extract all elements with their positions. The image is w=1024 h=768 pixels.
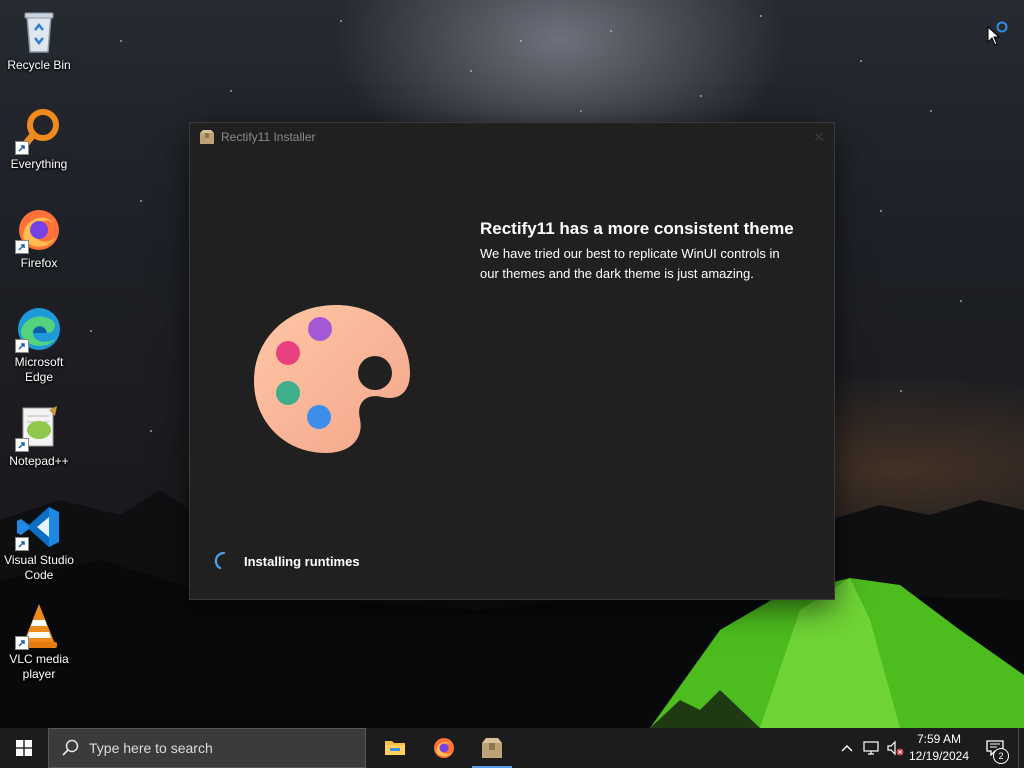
loading-spinner-icon <box>214 551 226 570</box>
desktop-icon-firefox[interactable]: Firefox <box>2 206 76 271</box>
title-bar[interactable]: Rectify11 Installer ✕ <box>190 123 834 151</box>
clock-time: 7:59 AM <box>916 732 962 746</box>
shortcut-arrow-icon <box>15 240 29 254</box>
desktop: Recycle Bin Everything Firefox Microsoft… <box>0 0 1024 728</box>
desktop-icon-label: Firefox <box>20 256 58 270</box>
desktop-icon-vscode[interactable]: Visual Studio Code <box>2 503 76 583</box>
window-title: Rectify11 Installer <box>221 130 316 144</box>
close-button[interactable]: ✕ <box>810 128 828 146</box>
taskbar: Type here to search 7:59 AM 12/19/2024 2 <box>0 728 1024 768</box>
palette-icon <box>254 305 410 453</box>
notepadpp-icon <box>15 404 63 452</box>
file-explorer-icon <box>385 741 405 755</box>
desktop-icon-label: Everything <box>10 157 68 171</box>
windows-logo-icon <box>16 740 32 756</box>
taskbar-app-installer[interactable] <box>468 728 516 768</box>
network-icon <box>863 741 879 755</box>
network-tray-button[interactable] <box>860 728 882 768</box>
taskbar-app-firefox[interactable] <box>420 728 468 768</box>
desktop-icon-label: Microsoft Edge <box>14 355 64 384</box>
shortcut-arrow-icon <box>15 141 29 155</box>
installer-icon <box>200 130 214 144</box>
clock-date: 12/19/2024 <box>908 749 970 763</box>
desktop-icon-label: Visual Studio Code <box>4 553 74 582</box>
system-clock[interactable]: 7:59 AM 12/19/2024 <box>906 731 972 765</box>
desktop-icon-label: Notepad++ <box>9 454 69 468</box>
page-title: Rectify11 has a more consistent theme <box>480 219 794 238</box>
notification-count-badge: 2 <box>993 748 1009 764</box>
volume-tray-button[interactable] <box>884 728 906 768</box>
volume-muted-icon <box>887 740 904 756</box>
everything-search-icon <box>15 107 63 155</box>
search-icon <box>62 739 79 756</box>
start-button[interactable] <box>0 728 48 768</box>
status-text: Installing runtimes <box>244 553 360 569</box>
vlc-icon <box>15 602 63 650</box>
recycle-bin-icon <box>15 8 63 56</box>
desktop-icon-everything[interactable]: Everything <box>2 107 76 172</box>
desktop-icon-label: VLC media player <box>9 652 69 681</box>
vscode-icon <box>15 503 63 551</box>
shortcut-arrow-icon <box>15 537 29 551</box>
show-hidden-icons-button[interactable] <box>838 728 856 768</box>
taskbar-app-file-explorer[interactable] <box>371 728 419 768</box>
edge-icon <box>15 305 63 353</box>
show-desktop-button[interactable] <box>1018 728 1024 768</box>
shortcut-arrow-icon <box>15 438 29 452</box>
installer-icon <box>482 738 502 758</box>
firefox-icon <box>434 738 454 758</box>
shortcut-arrow-icon <box>15 339 29 353</box>
desktop-icon-recycle-bin[interactable]: Recycle Bin <box>2 8 76 73</box>
desktop-icon-notepadpp[interactable]: Notepad++ <box>2 404 76 469</box>
search-placeholder: Type here to search <box>89 740 213 756</box>
install-status: Installing runtimes <box>214 551 360 571</box>
page-description: We have tried our best to replicate WinU… <box>480 246 780 281</box>
busy-ring-icon <box>996 21 1008 33</box>
taskbar-search-box[interactable]: Type here to search <box>48 728 366 768</box>
shortcut-arrow-icon <box>15 636 29 650</box>
installer-window[interactable]: Rectify11 Installer ✕ Rectify11 has a mo… <box>189 122 835 600</box>
desktop-icon-vlc[interactable]: VLC media player <box>2 602 76 682</box>
firefox-icon <box>15 206 63 254</box>
desktop-icon-label: Recycle Bin <box>7 58 71 72</box>
chevron-up-icon <box>841 745 853 752</box>
desktop-icon-edge[interactable]: Microsoft Edge <box>2 305 76 385</box>
